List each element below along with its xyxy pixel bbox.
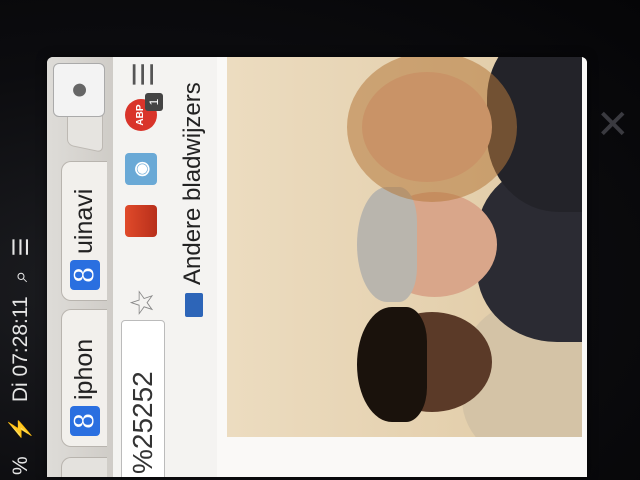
list-icon[interactable]: ☰ xyxy=(9,238,34,257)
man-hair xyxy=(357,187,417,302)
business-people-photo xyxy=(227,57,582,437)
google-favicon-icon: 8 xyxy=(69,406,100,436)
browser-window: t 8 iphon 8 uinavi ● %25252 ☆ ◉ ABP 1 ☰ xyxy=(47,57,587,477)
menu-icon[interactable]: ☰ xyxy=(127,62,160,87)
book-extension-icon[interactable] xyxy=(125,205,157,237)
web-page xyxy=(217,57,587,477)
camera-extension-icon[interactable]: ◉ xyxy=(125,153,157,185)
tab-strip: t 8 iphon 8 uinavi ● xyxy=(47,57,113,477)
profile-icon[interactable]: ● xyxy=(53,63,105,117)
toolbar: %25252 ☆ ◉ ABP 1 ☰ xyxy=(113,57,174,477)
close-icon: ✕ xyxy=(596,103,630,147)
other-bookmarks-link[interactable]: Andere bladwijzers xyxy=(179,82,207,285)
folder-icon xyxy=(185,293,203,317)
tab-uinavi[interactable]: 8 uinavi xyxy=(61,161,107,301)
tab-label: iphon xyxy=(70,338,98,400)
address-bar[interactable]: %25252 xyxy=(121,320,165,477)
woman-right-hair xyxy=(347,57,517,202)
tab-previous[interactable]: t xyxy=(61,457,107,477)
adblock-badge: 1 xyxy=(145,93,163,111)
battery-percent: % xyxy=(9,456,32,475)
bookmark-star-icon[interactable]: ☆ xyxy=(123,288,161,317)
battery-icon[interactable]: ⚡ xyxy=(9,416,33,442)
bookmarks-bar: Andere bladwijzers xyxy=(173,57,218,477)
search-icon[interactable]: ⌕ xyxy=(9,271,33,283)
woman-left-hair xyxy=(357,307,427,422)
tab-label: uinavi xyxy=(70,188,98,254)
address-text: %25252 xyxy=(127,371,158,474)
menu-bar: % ⚡ Di 07:28:11 ⌕ ☰ xyxy=(7,5,35,475)
tab-iphone[interactable]: 8 iphon xyxy=(61,309,107,447)
google-favicon-icon: 8 xyxy=(69,260,100,290)
clock[interactable]: Di 07:28:11 xyxy=(9,296,33,402)
